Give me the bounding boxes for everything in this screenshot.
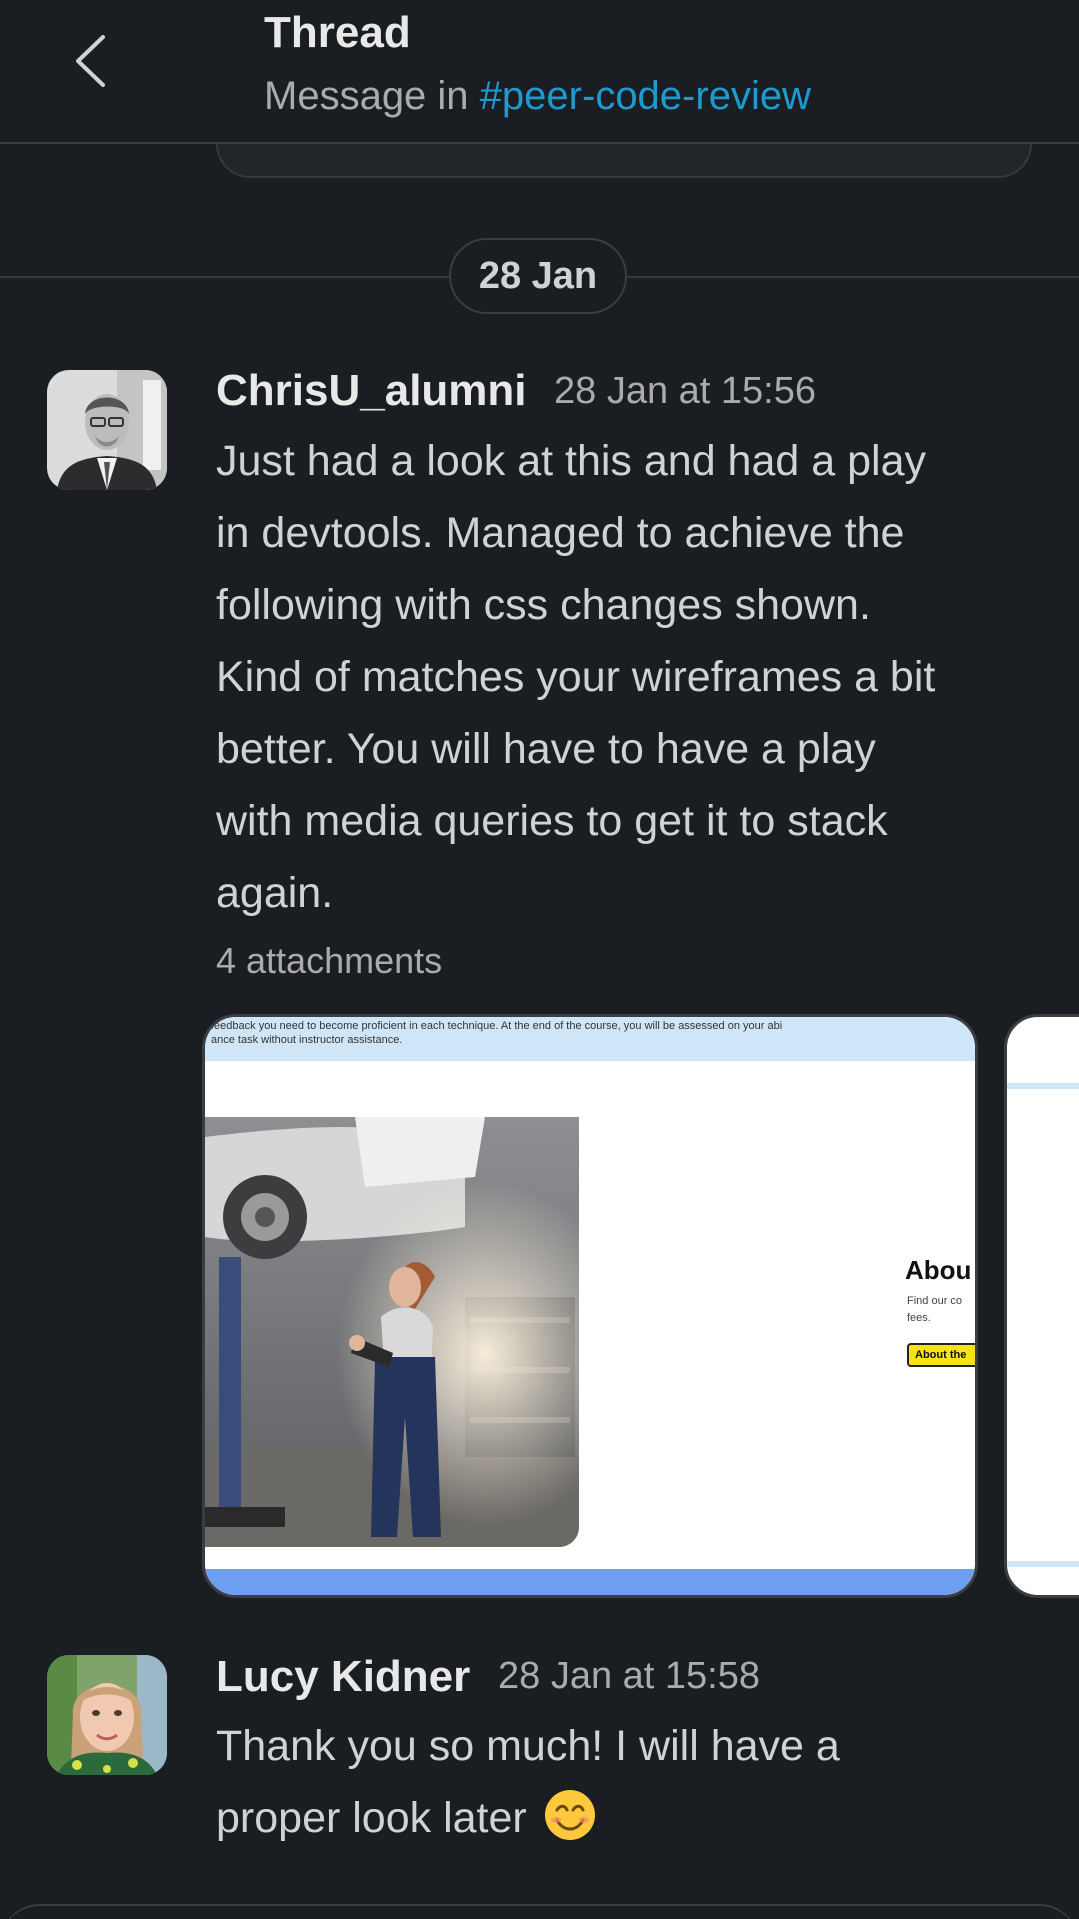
channel-link[interactable]: #peer-code-review <box>480 74 811 118</box>
thread-screen: Thread Message in #peer-code-review 28 J… <box>0 0 1079 1919</box>
thread-title: Thread <box>264 8 411 57</box>
message-line: in devtools. Managed to achieve the <box>216 509 905 557</box>
mechanic-photo <box>205 1117 579 1547</box>
preview-text: Find our co fees. <box>907 1295 963 1324</box>
preview-banner-line: feedback you need to become proficient i… <box>211 1020 783 1032</box>
preview-banner-text: feedback you need to become proficient i… <box>211 1019 782 1047</box>
back-button[interactable] <box>60 28 120 94</box>
message-author[interactable]: ChrisU_alumni <box>216 366 527 416</box>
thread-subtitle: Message in #peer-code-review <box>264 74 811 119</box>
message-line: Kind of matches your wireframes a bit <box>216 653 936 701</box>
attachment-image[interactable] <box>1004 1014 1079 1598</box>
message-line: better. You will have to have a play <box>216 725 876 773</box>
user-photo-icon <box>47 370 167 490</box>
message-line: following with css changes shown. <box>216 581 871 629</box>
user-photo-icon <box>47 1655 167 1775</box>
attachment-image[interactable]: feedback you need to become proficient i… <box>202 1014 978 1598</box>
preview-heading: Abou <box>905 1255 972 1285</box>
avatar[interactable] <box>47 370 167 490</box>
preview-banner: feedback you need to become proficient i… <box>205 1017 975 1061</box>
message-line-text: proper look later <box>216 1794 527 1842</box>
preview-banner-line: ance task without instructor assistance. <box>211 1034 403 1046</box>
message-timestamp[interactable]: 28 Jan at 15:58 <box>498 1655 760 1698</box>
message-timestamp[interactable]: 28 Jan at 15:56 <box>554 370 816 413</box>
preview-line <box>1007 1561 1079 1567</box>
message-composer[interactable] <box>0 1904 1079 1919</box>
chevron-left-icon <box>76 35 105 87</box>
preview-line <box>1007 1083 1079 1089</box>
message-body: Thank you so much! I will have a proper … <box>216 1710 1046 1854</box>
subtitle-prefix: Message in <box>264 74 469 118</box>
message-body: Just had a look at this and had a play i… <box>216 425 1046 929</box>
message-line: Just had a look at this and had a play <box>216 437 926 485</box>
message-line: again. <box>216 869 334 917</box>
preview-footer-bar <box>205 1569 975 1595</box>
date-divider[interactable]: 28 Jan <box>449 238 627 314</box>
message-line: proper look later <box>216 1782 1046 1854</box>
mechanic-image-icon <box>205 1117 579 1547</box>
avatar[interactable] <box>47 1655 167 1775</box>
smiling-face-icon <box>544 1790 595 1840</box>
message-line: with media queries to get it to stack <box>216 797 888 845</box>
message-author[interactable]: Lucy Kidner <box>216 1652 470 1702</box>
preview-button: About the <box>907 1343 975 1367</box>
attachments-count: 4 attachments <box>216 940 443 981</box>
message-line: Thank you so much! I will have a <box>216 1722 840 1770</box>
thread-header: Thread Message in #peer-code-review <box>0 0 1079 144</box>
